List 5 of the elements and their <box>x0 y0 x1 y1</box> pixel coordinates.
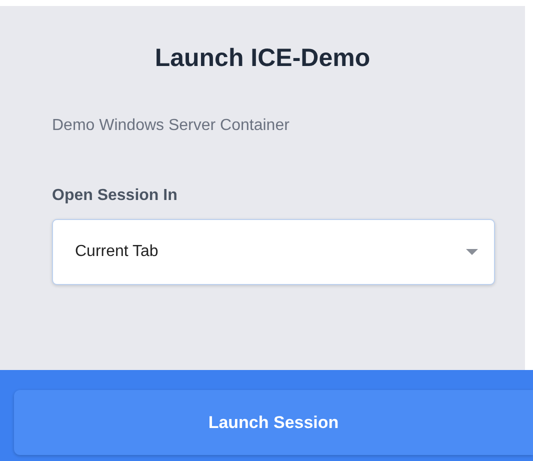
dialog-title: Launch ICE-Demo <box>154 44 372 73</box>
session-select[interactable]: Current Tab <box>52 219 495 285</box>
caret-icon <box>466 249 478 255</box>
field-label: Open Session In <box>52 187 178 205</box>
dialog-description: Demo Windows Server Container <box>52 117 290 135</box>
